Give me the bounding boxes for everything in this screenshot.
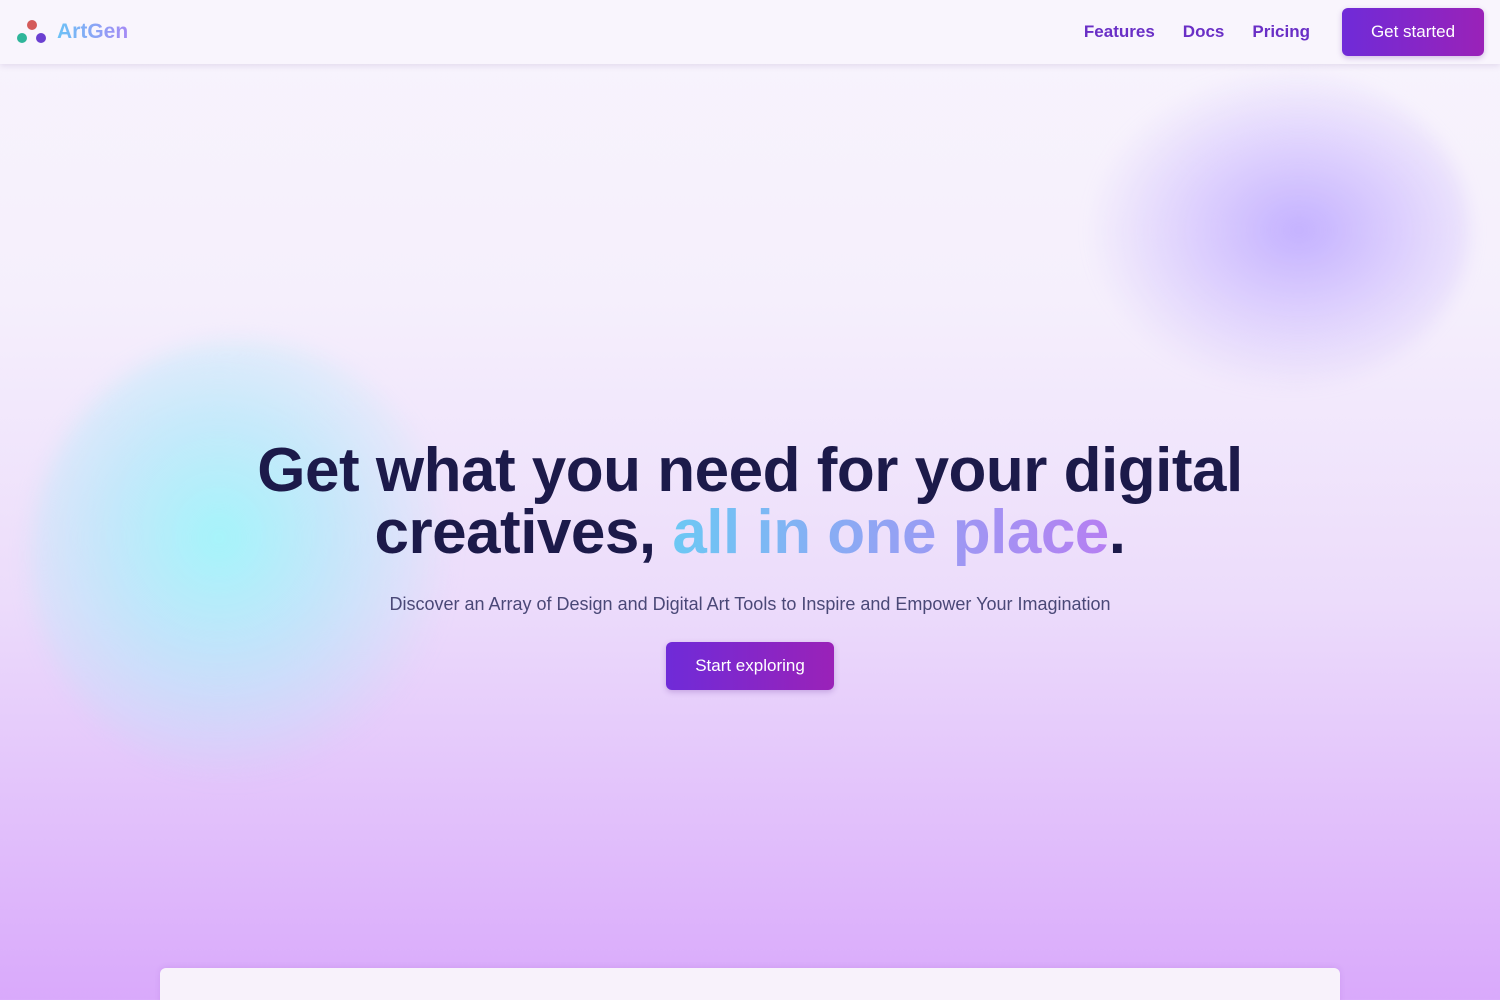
hero-section: Get what you need for your digital creat…: [0, 440, 1500, 690]
get-started-button[interactable]: Get started: [1342, 8, 1484, 56]
hero-title: Get what you need for your digital creat…: [0, 440, 1500, 564]
nav-link-pricing[interactable]: Pricing: [1252, 22, 1310, 42]
hero-title-highlight: all in one place: [672, 498, 1109, 567]
site-header: ArtGen Features Docs Pricing Get started: [0, 0, 1500, 64]
main-nav: Features Docs Pricing Get started: [1084, 8, 1484, 56]
hero-title-line1: Get what you need for your digital: [257, 436, 1243, 505]
hero-title-line2: creatives,: [374, 498, 673, 567]
nav-link-docs[interactable]: Docs: [1183, 22, 1225, 42]
brand-logo[interactable]: ArtGen: [17, 20, 128, 44]
background-blob-purple: [1090, 70, 1470, 390]
hero-title-period: .: [1108, 498, 1126, 567]
brand-name: ArtGen: [57, 20, 129, 43]
logo-dot-purple: [36, 33, 46, 43]
hero-subtitle: Discover an Array of Design and Digital …: [389, 594, 1111, 614]
logo-dot-red: [27, 20, 37, 30]
start-exploring-button[interactable]: Start exploring: [666, 642, 834, 690]
content-card: [160, 968, 1340, 1000]
logo-dot-teal: [17, 33, 27, 43]
three-dots-logo-icon: [17, 20, 47, 44]
nav-link-features[interactable]: Features: [1084, 22, 1155, 42]
